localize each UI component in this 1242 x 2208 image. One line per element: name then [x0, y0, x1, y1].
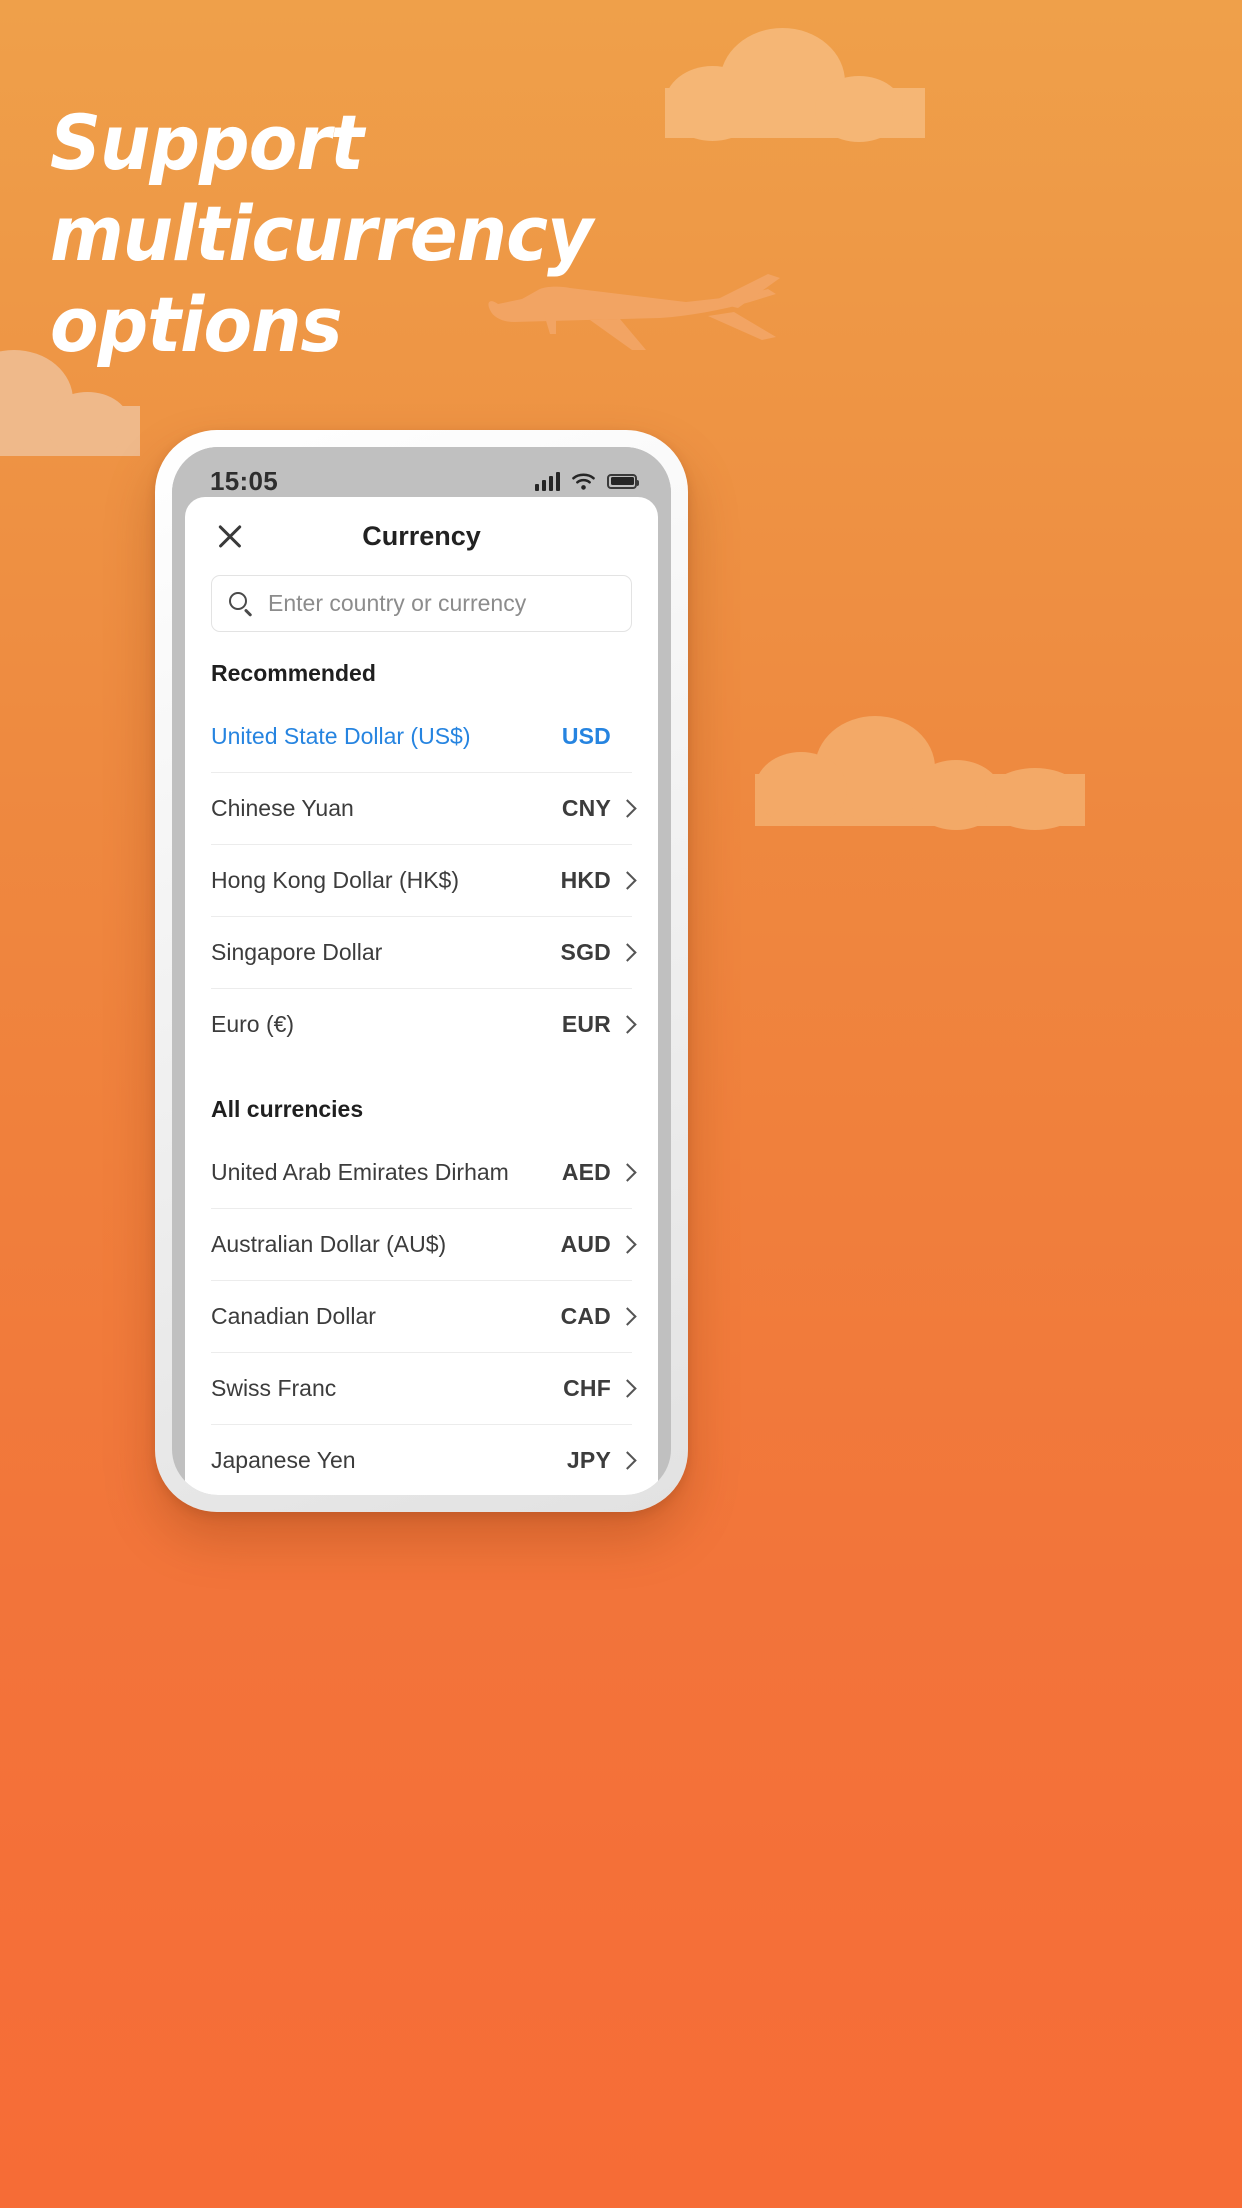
chevron-right-icon: [621, 1379, 632, 1398]
wifi-icon: [572, 472, 595, 490]
section-title: Recommended: [211, 660, 376, 686]
currency-code: AED: [561, 1159, 611, 1185]
currency-name: Euro (€): [211, 1011, 295, 1037]
currency-row[interactable]: United Arab Emirates Dirham AED: [211, 1137, 632, 1209]
currency-name: Japanese Yen: [211, 1447, 356, 1473]
search-input[interactable]: [266, 589, 615, 618]
phone-mockup: 15:05 Currency Enter country or currency…: [155, 430, 688, 1512]
search-icon: [228, 591, 254, 617]
signal-icon: [534, 471, 560, 491]
cloud-decoration-top-right: [665, 28, 925, 142]
currency-row-right: AED: [562, 1159, 632, 1186]
currency-code: CNY: [561, 795, 611, 821]
currency-row[interactable]: Australian Dollar (AU$) AUD: [211, 1209, 632, 1281]
currency-code: CAD: [560, 1303, 611, 1329]
marketing-screenshot: Support multicurrency options 15:05 Curr…: [0, 0, 1242, 2208]
currency-row-right: EUR: [562, 1011, 632, 1038]
chevron-right-icon: [621, 1163, 632, 1182]
chevron-right-icon: [621, 943, 632, 962]
search-field[interactable]: [211, 575, 632, 632]
currency-row[interactable]: Singapore Dollar SGD: [211, 917, 632, 989]
currency-name: Canadian Dollar: [211, 1303, 376, 1329]
battery-icon: [607, 473, 639, 489]
chevron-right-icon: [621, 1307, 632, 1326]
currency-row-right: CHF: [563, 1375, 632, 1402]
currency-row[interactable]: Hong Kong Dollar (HK$) HKD: [211, 845, 632, 917]
currency-name: Swiss Franc: [211, 1375, 337, 1401]
currency-row[interactable]: Euro (€) EUR: [211, 989, 632, 1060]
chevron-right-icon: [621, 871, 632, 890]
currency-name: United Arab Emirates Dirham: [211, 1159, 509, 1185]
phone-screen: 15:05 Currency Enter country or currency…: [172, 447, 671, 1495]
currency-name: Australian Dollar (AU$): [211, 1231, 447, 1257]
status-bar-time: 15:05: [210, 465, 278, 496]
currency-sheet: Currency Recommended United State Dollar …: [185, 497, 658, 1495]
currency-name: Singapore Dollar: [211, 939, 383, 965]
currency-row-right: CAD: [561, 1303, 632, 1330]
currency-row-right: USD: [562, 723, 632, 750]
sheet-title: Currency: [362, 520, 481, 551]
currency-row[interactable]: Swiss Franc CHF: [211, 1353, 632, 1425]
currency-code: HKD: [560, 867, 611, 893]
currency-code: SGD: [560, 939, 611, 965]
currency-name: Hong Kong Dollar (HK$): [211, 867, 460, 893]
sheet-header: Currency: [185, 497, 658, 575]
section-title: All currencies: [211, 1096, 364, 1122]
currency-code: USD: [561, 723, 611, 749]
currency-code: AUD: [560, 1231, 611, 1257]
chevron-right-icon: [621, 799, 632, 818]
currency-code: EUR: [561, 1011, 611, 1037]
currency-row-right: AUD: [561, 1231, 632, 1258]
chevron-right-icon: [621, 1451, 632, 1470]
currency-row[interactable]: Canadian Dollar CAD: [211, 1281, 632, 1353]
currency-row[interactable]: United State Dollar (US$) USD: [211, 701, 632, 773]
currency-code: JPY: [566, 1447, 611, 1473]
page-title: Support multicurrency options: [50, 98, 593, 370]
currency-code: CHF: [563, 1375, 611, 1401]
currency-row[interactable]: Chinese Yuan CNY: [211, 773, 632, 845]
currency-list: Recommended United State Dollar (US$) USD C…: [185, 632, 658, 1495]
cloud-decoration-right: [755, 716, 1085, 830]
currency-row[interactable]: Japanese Yen JPY: [211, 1425, 632, 1495]
currency-row-right: SGD: [561, 939, 632, 966]
chevron-right-icon: [621, 1235, 632, 1254]
currency-name: United State Dollar (US$): [211, 723, 471, 749]
currency-row-right: CNY: [562, 795, 632, 822]
chevron-right-icon: [621, 1015, 632, 1034]
status-bar-icons: [534, 471, 639, 491]
search-area: [185, 575, 658, 632]
close-icon[interactable]: [213, 519, 247, 553]
currency-name: Chinese Yuan: [211, 795, 354, 821]
currency-row-right: JPY: [567, 1447, 632, 1474]
currency-row-right: HKD: [561, 867, 632, 894]
